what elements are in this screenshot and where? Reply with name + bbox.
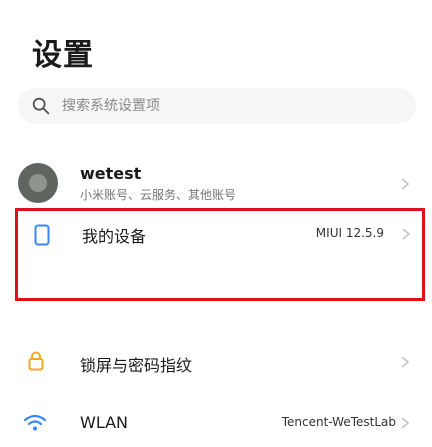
about-phone-row[interactable]: 我的设备 MIUI 12.5.9 <box>15 208 425 301</box>
wifi-icon <box>23 414 47 431</box>
account-subtitle: 小米账号、云服务、其他账号 <box>80 188 237 202</box>
settings-page: 设置 wetest 小米账号、云服务、其他账号 我的设备 MIUI 12.5.9… <box>0 0 432 447</box>
page-title: 设置 <box>32 38 94 73</box>
wlan-network-name: Tencent-WeTestLab <box>281 415 396 429</box>
chevron-right-icon <box>402 228 411 240</box>
about-phone-label: 我的设备 <box>82 227 147 246</box>
chevron-right-icon <box>401 417 410 429</box>
search-icon <box>32 97 50 115</box>
account-row[interactable]: wetest 小米账号、云服务、其他账号 <box>0 162 432 210</box>
chevron-right-icon <box>401 356 410 368</box>
wlan-row[interactable]: WLAN Tencent-WeTestLab <box>0 403 432 443</box>
lock-icon <box>28 351 44 371</box>
search-bar[interactable] <box>18 88 416 124</box>
phone-icon <box>34 224 50 246</box>
miui-version: MIUI 12.5.9 <box>315 226 384 240</box>
search-input[interactable] <box>62 98 362 114</box>
account-name: wetest <box>80 164 142 183</box>
lock-screen-row[interactable]: 锁屏与密码指纹 <box>0 342 432 382</box>
chevron-right-icon <box>401 178 410 190</box>
wlan-label: WLAN <box>80 413 129 432</box>
avatar <box>18 163 58 203</box>
lock-screen-label: 锁屏与密码指纹 <box>80 356 193 375</box>
